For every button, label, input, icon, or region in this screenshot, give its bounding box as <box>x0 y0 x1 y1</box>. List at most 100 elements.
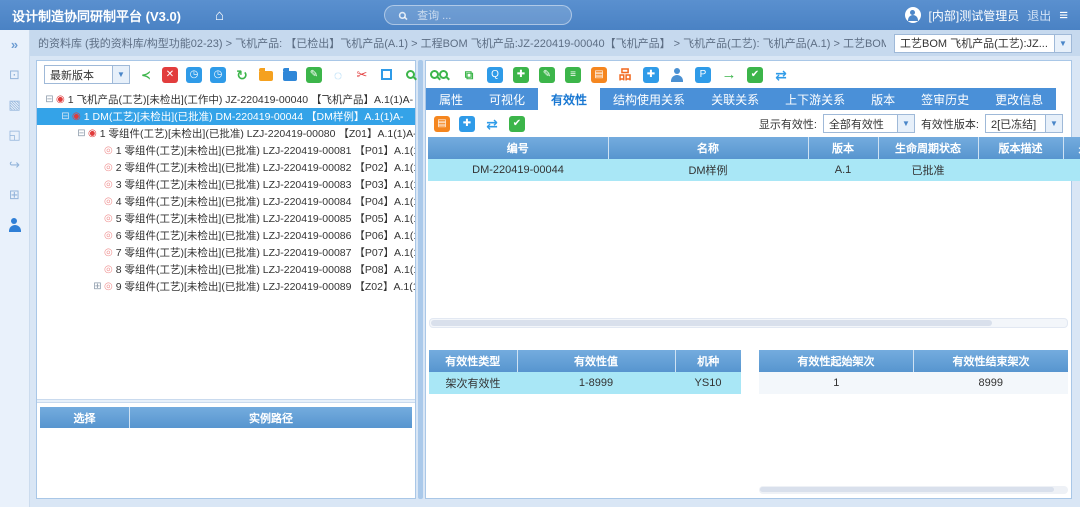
tree-node-row[interactable]: ◎ 3 零组件(工艺)[未检出](已批准) LZJ-220419-00083 【… <box>37 176 415 193</box>
tree-node-row[interactable]: ⊞ ◎ 9 零组件(工艺)[未检出](已批准) LZJ-220419-00089… <box>37 278 415 295</box>
tree-expander-icon[interactable]: ⊟ <box>43 94 56 105</box>
version-select[interactable]: 最新版本 ▼ <box>44 65 130 84</box>
column-header: 有效性起始架次 <box>759 350 914 372</box>
tab-association[interactable]: 关联关系 <box>698 88 772 110</box>
tree-node-row[interactable]: ◎ 8 零组件(工艺)[未检出](已批准) LZJ-220419-00088 【… <box>37 261 415 278</box>
tree-node-label: 1 零组件(工艺)[未检出](已批准) LZJ-220419-00080 【Z0… <box>100 126 415 141</box>
vertical-splitter[interactable] <box>418 60 423 499</box>
instance-path-table: 选择 实例路径 <box>37 403 415 498</box>
doc-check-icon[interactable]: ✔ <box>509 116 525 132</box>
sidebar-team-icon[interactable] <box>7 218 22 233</box>
search-placeholder: 查询 ... <box>417 7 451 23</box>
doc-edit-icon[interactable]: ✎ <box>539 67 555 83</box>
sidebar-import-icon[interactable]: ↪ <box>9 158 20 171</box>
left-sidebar: » ⊡ ▧ ◱ ↪ ⊞ <box>0 30 30 507</box>
cell-model: YS10 <box>675 372 741 394</box>
doc-add-icon[interactable]: ✚ <box>643 67 659 83</box>
tree-node-row[interactable]: ◎ 1 零组件(工艺)[未检出](已批准) LZJ-220419-00081 【… <box>37 142 415 159</box>
table-row[interactable]: DM-220419-00044 DM样例 A.1 已批准 <box>428 159 1080 181</box>
breadcrumb[interactable]: 的资料库 (我的资料库/构型功能02-23) > 飞机产品: 【已检出】飞机产品… <box>38 35 886 51</box>
tree-expander-icon[interactable]: ⊟ <box>59 111 72 122</box>
tree-node-row[interactable]: ◎ 2 零组件(工艺)[未检出](已批准) LZJ-220419-00082 【… <box>37 159 415 176</box>
part-node-icon: ◉ <box>72 111 81 122</box>
table-row[interactable]: 1 8999 <box>759 372 1068 394</box>
select-area-icon[interactable] <box>378 67 394 83</box>
tab-visualization[interactable]: 可视化 <box>476 88 538 110</box>
tab-effectivity[interactable]: 有效性 <box>538 88 600 110</box>
tab-bar: 属性 可视化 有效性 结构使用关系 关联关系 上下游关系 版本 签审历史 更改信… <box>426 88 1071 110</box>
sidebar-parts-box-icon[interactable]: ▧ <box>8 98 20 111</box>
tree-expander-icon[interactable]: ⊟ <box>75 128 88 139</box>
delete-icon[interactable]: ✕ <box>162 67 178 83</box>
avatar-icon[interactable] <box>905 7 921 23</box>
column-header: 是否生效 <box>1063 137 1080 159</box>
tree-expander-icon[interactable]: ⊞ <box>91 281 104 292</box>
column-header: 版本描述 <box>978 137 1063 159</box>
tree-node-row[interactable]: ◎ 5 零组件(工艺)[未检出](已批准) LZJ-220419-00085 【… <box>37 210 415 227</box>
clipboard-icon[interactable]: ≡ <box>565 67 581 83</box>
search-icon <box>396 9 409 22</box>
breadcrumb-bar: 的资料库 (我的资料库/构型功能02-23) > 飞机产品: 【已检出】飞机产品… <box>30 30 1080 56</box>
swap-icon[interactable]: ⇄ <box>773 67 789 83</box>
tab-structure-usage[interactable]: 结构使用关系 <box>600 88 698 110</box>
edit-icon[interactable]: ✎ <box>306 67 322 83</box>
cell-name: DM样例 <box>608 159 808 181</box>
tab-review-history[interactable]: 签审历史 <box>908 88 982 110</box>
sidebar-workstation-icon[interactable]: ⊞ <box>9 188 20 201</box>
sidebar-layers-icon[interactable]: ◱ <box>8 128 20 141</box>
tree-node-row[interactable]: ◎ 7 零组件(工艺)[未检出](已批准) LZJ-220419-00087 【… <box>37 244 415 261</box>
loading-icon[interactable]: ◌ <box>330 67 346 83</box>
save-icon[interactable]: ▤ <box>434 116 450 132</box>
cell-version: A.1 <box>808 159 878 181</box>
horizontal-scrollbar[interactable] <box>759 486 1068 494</box>
detail-panel: ⧉ Q ✚ ✎ ≡ ▤ 品 ✚ P → ✔ ⇄ <box>425 60 1072 499</box>
doc-add-icon[interactable]: ✚ <box>459 116 475 132</box>
paste-add-icon[interactable]: ✚ <box>513 67 529 83</box>
sidebar-expand-icon[interactable]: » <box>11 38 18 51</box>
hierarchy-icon[interactable]: 品 <box>617 67 633 83</box>
chevron-down-icon: ▼ <box>1054 35 1071 52</box>
folder-icon[interactable] <box>282 67 298 83</box>
tree-node-row-selected[interactable]: ⊟ ◉ 1 DM(工艺)[未检出](已批准) DM-220419-00044 【… <box>37 108 415 125</box>
unlink-node-icon[interactable]: ≺ <box>138 67 154 83</box>
history-icon[interactable]: ◷ <box>186 67 202 83</box>
zoom-icon[interactable] <box>402 67 418 83</box>
horizontal-scrollbar[interactable] <box>429 318 1068 328</box>
bom-tree: ⊟ ◉ 1 飞机产品(工艺)[未检出](工作中) JZ-220419-00040… <box>37 88 415 399</box>
tree-node-row[interactable]: ⊟ ◉ 1 飞机产品(工艺)[未检出](工作中) JZ-220419-00040… <box>37 91 415 108</box>
users-icon[interactable] <box>669 67 685 83</box>
sidebar-monitor-icon[interactable]: ⊡ <box>9 68 20 81</box>
doc-check-icon[interactable]: ✔ <box>747 67 763 83</box>
show-effectivity-select[interactable]: 全部有效性 ▼ <box>823 114 915 133</box>
logout-link[interactable]: 退出 <box>1027 7 1051 24</box>
doc-search-icon[interactable]: Q <box>487 67 503 83</box>
swap-icon[interactable]: ⇄ <box>484 116 500 132</box>
column-header: 生命周期状态 <box>878 137 978 159</box>
tab-properties[interactable]: 属性 <box>426 88 476 110</box>
part-node-icon: ◎ <box>104 179 113 190</box>
tab-change-info[interactable]: 更改信息 <box>982 88 1056 110</box>
tree-node-row[interactable]: ◎ 6 零组件(工艺)[未检出](已批准) LZJ-220419-00086 【… <box>37 227 415 244</box>
menu-icon[interactable]: ≡ <box>1059 7 1068 24</box>
table-row[interactable]: 架次有效性 1-8999 YS10 <box>429 372 741 394</box>
cut-icon[interactable]: ✂ <box>354 67 370 83</box>
history-alt-icon[interactable]: ◷ <box>210 67 226 83</box>
popup-folder-icon[interactable] <box>258 67 274 83</box>
save-icon[interactable]: ▤ <box>591 67 607 83</box>
copy-icon[interactable]: ⧉ <box>461 67 477 83</box>
show-effectivity-label: 显示有效性: <box>759 116 817 132</box>
home-icon[interactable]: ⌂ <box>215 7 224 24</box>
forward-icon[interactable]: → <box>721 67 737 83</box>
tab-version[interactable]: 版本 <box>858 88 908 110</box>
column-header: 有效性结束架次 <box>914 350 1069 372</box>
effectivity-version-select[interactable]: 2[已冻结] ▼ <box>985 114 1063 133</box>
tab-upstream-downstream[interactable]: 上下游关系 <box>772 88 858 110</box>
context-select[interactable]: 工艺BOM 飞机产品(工艺):JZ... ▼ <box>894 34 1072 53</box>
tree-node-label: 3 零组件(工艺)[未检出](已批准) LZJ-220419-00083 【P0… <box>116 177 415 192</box>
table-empty-area <box>759 394 1068 486</box>
tree-node-row[interactable]: ◎ 4 零组件(工艺)[未检出](已批准) LZJ-220419-00084 【… <box>37 193 415 210</box>
p-badge-icon[interactable]: P <box>695 67 711 83</box>
global-search-box[interactable]: 查询 ... <box>384 5 572 25</box>
tree-node-row[interactable]: ⊟ ◉ 1 零组件(工艺)[未检出](已批准) LZJ-220419-00080… <box>37 125 415 142</box>
refresh-icon[interactable]: ↻ <box>234 67 250 83</box>
